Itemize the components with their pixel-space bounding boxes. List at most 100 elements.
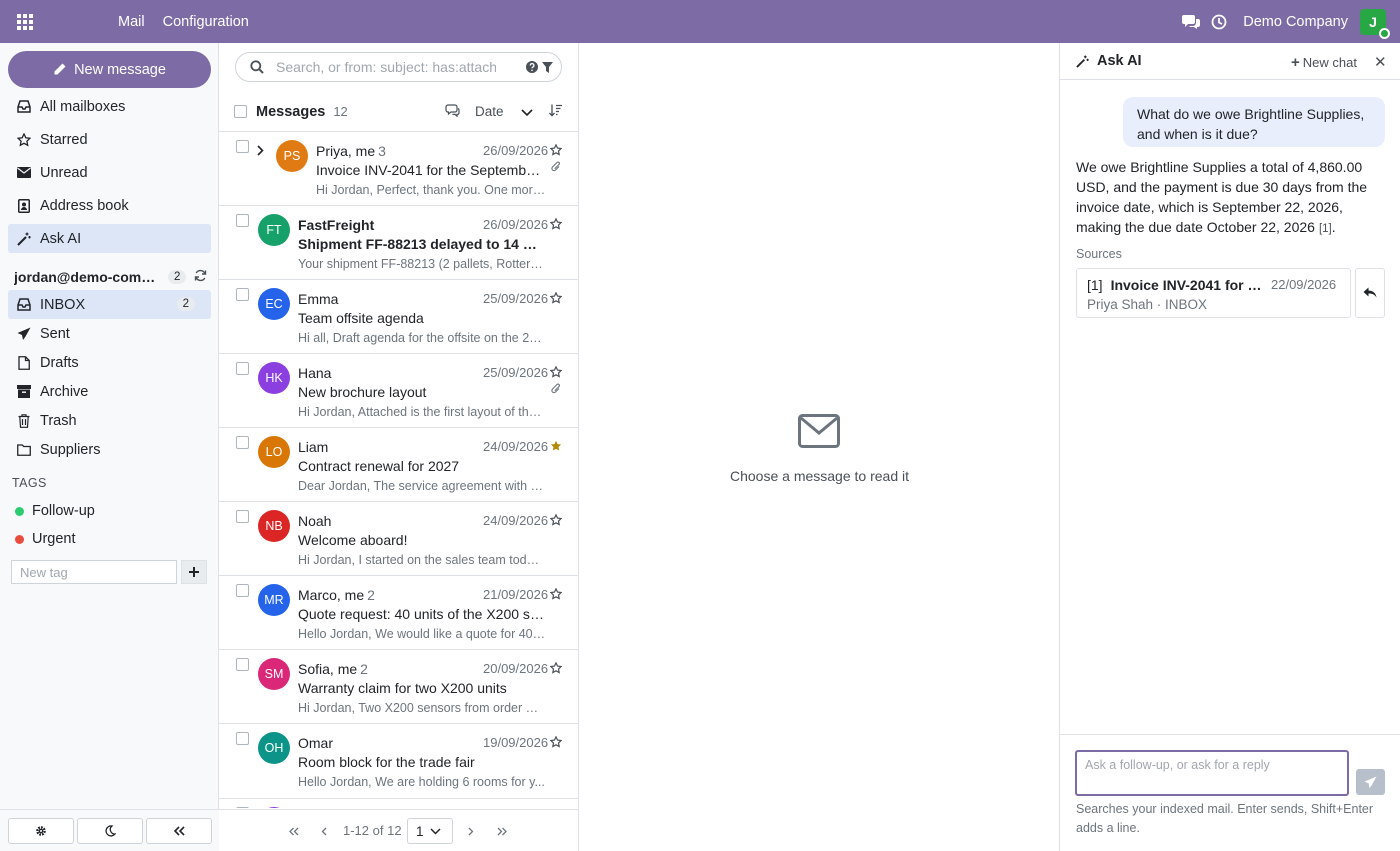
message-row[interactable]: NB Noah 24/09/2026 Welcome aboard! Hi Jordan…	[219, 502, 578, 576]
dark-mode-button[interactable]	[77, 818, 143, 844]
sidebar-item-all-mailboxes[interactable]: All mailboxes	[8, 92, 211, 121]
close-icon[interactable]: ✕	[1374, 53, 1387, 71]
message-row[interactable]: SM Sofia, me 2 20/09/2026 Warranty claim for…	[219, 650, 578, 724]
sort-field-label[interactable]: Date	[475, 104, 504, 119]
sidebar-footer	[0, 809, 219, 851]
clock-icon[interactable]	[1205, 0, 1233, 43]
reply-button[interactable]	[1355, 268, 1385, 318]
ai-answer: We owe Brightline Supplies a total of 4,…	[1076, 157, 1388, 239]
new-message-button[interactable]: New message	[8, 51, 211, 88]
ai-followup-input[interactable]	[1075, 750, 1349, 796]
chat-bubbles-icon[interactable]	[1177, 0, 1205, 43]
row-checkbox[interactable]	[236, 584, 249, 597]
message-row-partial[interactable]	[219, 798, 578, 808]
app-grid-icon[interactable]	[0, 0, 50, 43]
refresh-icon[interactable]	[194, 269, 207, 285]
folder-drafts[interactable]: Drafts	[8, 348, 211, 377]
message-row[interactable]: HK Hana 25/09/2026 New brochure layout Hi Jo…	[219, 354, 578, 428]
send-button[interactable]	[1356, 769, 1385, 795]
row-checkbox[interactable]	[236, 658, 249, 671]
sidebar-item-unread[interactable]: Unread	[8, 158, 211, 187]
message-row[interactable]: MR Marco, me 2 21/09/2026 Quote request: 40 …	[219, 576, 578, 650]
collapse-sidebar-button[interactable]	[146, 818, 212, 844]
star-icon[interactable]	[549, 143, 563, 159]
folder-archive[interactable]: Archive	[8, 377, 211, 406]
sender-name: Priya, me 3	[316, 143, 386, 159]
row-checkbox[interactable]	[236, 288, 249, 301]
star-icon[interactable]	[549, 513, 563, 529]
sidebar-item-starred[interactable]: Starred	[8, 125, 211, 154]
message-row[interactable]: LO Liam 24/09/2026 Contract renewal for 202…	[219, 428, 578, 502]
tag-color-dot	[15, 506, 24, 516]
filter-icon[interactable]	[542, 60, 553, 76]
star-filled-icon[interactable]	[550, 439, 562, 455]
next-page-icon[interactable]	[468, 823, 474, 839]
folder-label: Sent	[40, 325, 70, 342]
sender-name: FastFreight	[298, 217, 374, 233]
envelope-icon	[798, 414, 840, 451]
configuration-menu[interactable]: Configuration	[163, 14, 249, 30]
star-icon[interactable]	[549, 587, 563, 603]
tag-label: Follow-up	[32, 503, 95, 519]
tag-urgent[interactable]: Urgent	[15, 529, 205, 549]
folder-sent[interactable]: Sent	[8, 319, 211, 348]
magic-wand-icon	[17, 232, 31, 246]
new-chat-button[interactable]: + New chat	[1291, 54, 1357, 71]
folder-inbox[interactable]: INBOX 2	[8, 290, 211, 319]
user-avatar[interactable]: J	[1360, 8, 1390, 39]
page-select[interactable]: 1	[407, 818, 453, 844]
file-icon	[17, 355, 31, 370]
tag-follow-up[interactable]: Follow-up	[15, 501, 205, 521]
source-card[interactable]: [1] Invoice INV-2041 for th... 22/09/2026…	[1076, 268, 1351, 318]
folder-label: Trash	[40, 412, 77, 429]
account-email: jordan@demo-compa...	[14, 269, 160, 285]
row-checkbox[interactable]	[236, 732, 249, 745]
chevron-down-icon[interactable]	[521, 104, 533, 120]
star-icon[interactable]	[549, 365, 563, 381]
account-row[interactable]: jordan@demo-compa... 2	[14, 267, 211, 287]
citation-link[interactable]: [1]	[1319, 223, 1332, 235]
moon-icon	[105, 825, 116, 837]
sort-direction-icon[interactable]	[549, 104, 562, 120]
folder-trash[interactable]: Trash	[8, 406, 211, 435]
row-checkbox[interactable]	[236, 436, 249, 449]
paperclip-icon	[551, 160, 561, 176]
new-tag-input[interactable]	[11, 560, 177, 584]
select-all-checkbox[interactable]	[234, 105, 247, 118]
envelope-icon	[17, 166, 31, 180]
star-icon[interactable]	[549, 735, 563, 751]
sender-text: Marco, me	[298, 587, 365, 603]
add-tag-button[interactable]	[181, 560, 207, 584]
folder-suppliers[interactable]: Suppliers	[8, 435, 211, 464]
star-icon[interactable]	[549, 291, 563, 307]
plus-icon	[189, 567, 199, 577]
thread-view-icon[interactable]	[445, 104, 460, 120]
message-row[interactable]: OH Omar 19/09/2026 Room block for the trade…	[219, 724, 578, 798]
sidebar-item-ask-ai[interactable]: Ask AI	[8, 224, 211, 253]
first-page-icon[interactable]	[289, 823, 299, 839]
message-row[interactable]: PS Priya, me 3 26/09/2026 Invoice INV-2041 f…	[219, 132, 578, 206]
row-checkbox[interactable]	[236, 214, 249, 227]
previous-page-icon[interactable]	[321, 823, 327, 839]
message-subject: New brochure layout	[298, 384, 427, 400]
star-icon[interactable]	[549, 661, 563, 677]
settings-button[interactable]	[8, 818, 74, 844]
star-icon[interactable]	[549, 217, 563, 233]
row-checkbox[interactable]	[236, 807, 249, 808]
paperclip-icon	[551, 382, 561, 398]
last-page-icon[interactable]	[497, 823, 507, 839]
row-checkbox[interactable]	[236, 510, 249, 523]
row-checkbox[interactable]	[236, 362, 249, 375]
message-row[interactable]: EC Emma 25/09/2026 Team offsite agenda Hi al…	[219, 280, 578, 354]
expand-thread-icon[interactable]	[257, 143, 264, 159]
sidebar-item-address-book[interactable]: Address book	[8, 191, 211, 220]
message-row[interactable]: FT FastFreight 26/09/2026 Shipment FF-88213…	[219, 206, 578, 280]
help-circle-icon[interactable]	[526, 60, 538, 76]
app-brand-link[interactable]: Mail	[118, 14, 145, 30]
search-input[interactable]	[276, 59, 496, 75]
gear-icon	[36, 826, 46, 836]
row-checkbox[interactable]	[236, 140, 249, 153]
avatar: HK	[258, 362, 290, 394]
company-switcher[interactable]: Demo Company	[1243, 14, 1348, 30]
new-message-label: New message	[74, 61, 166, 78]
